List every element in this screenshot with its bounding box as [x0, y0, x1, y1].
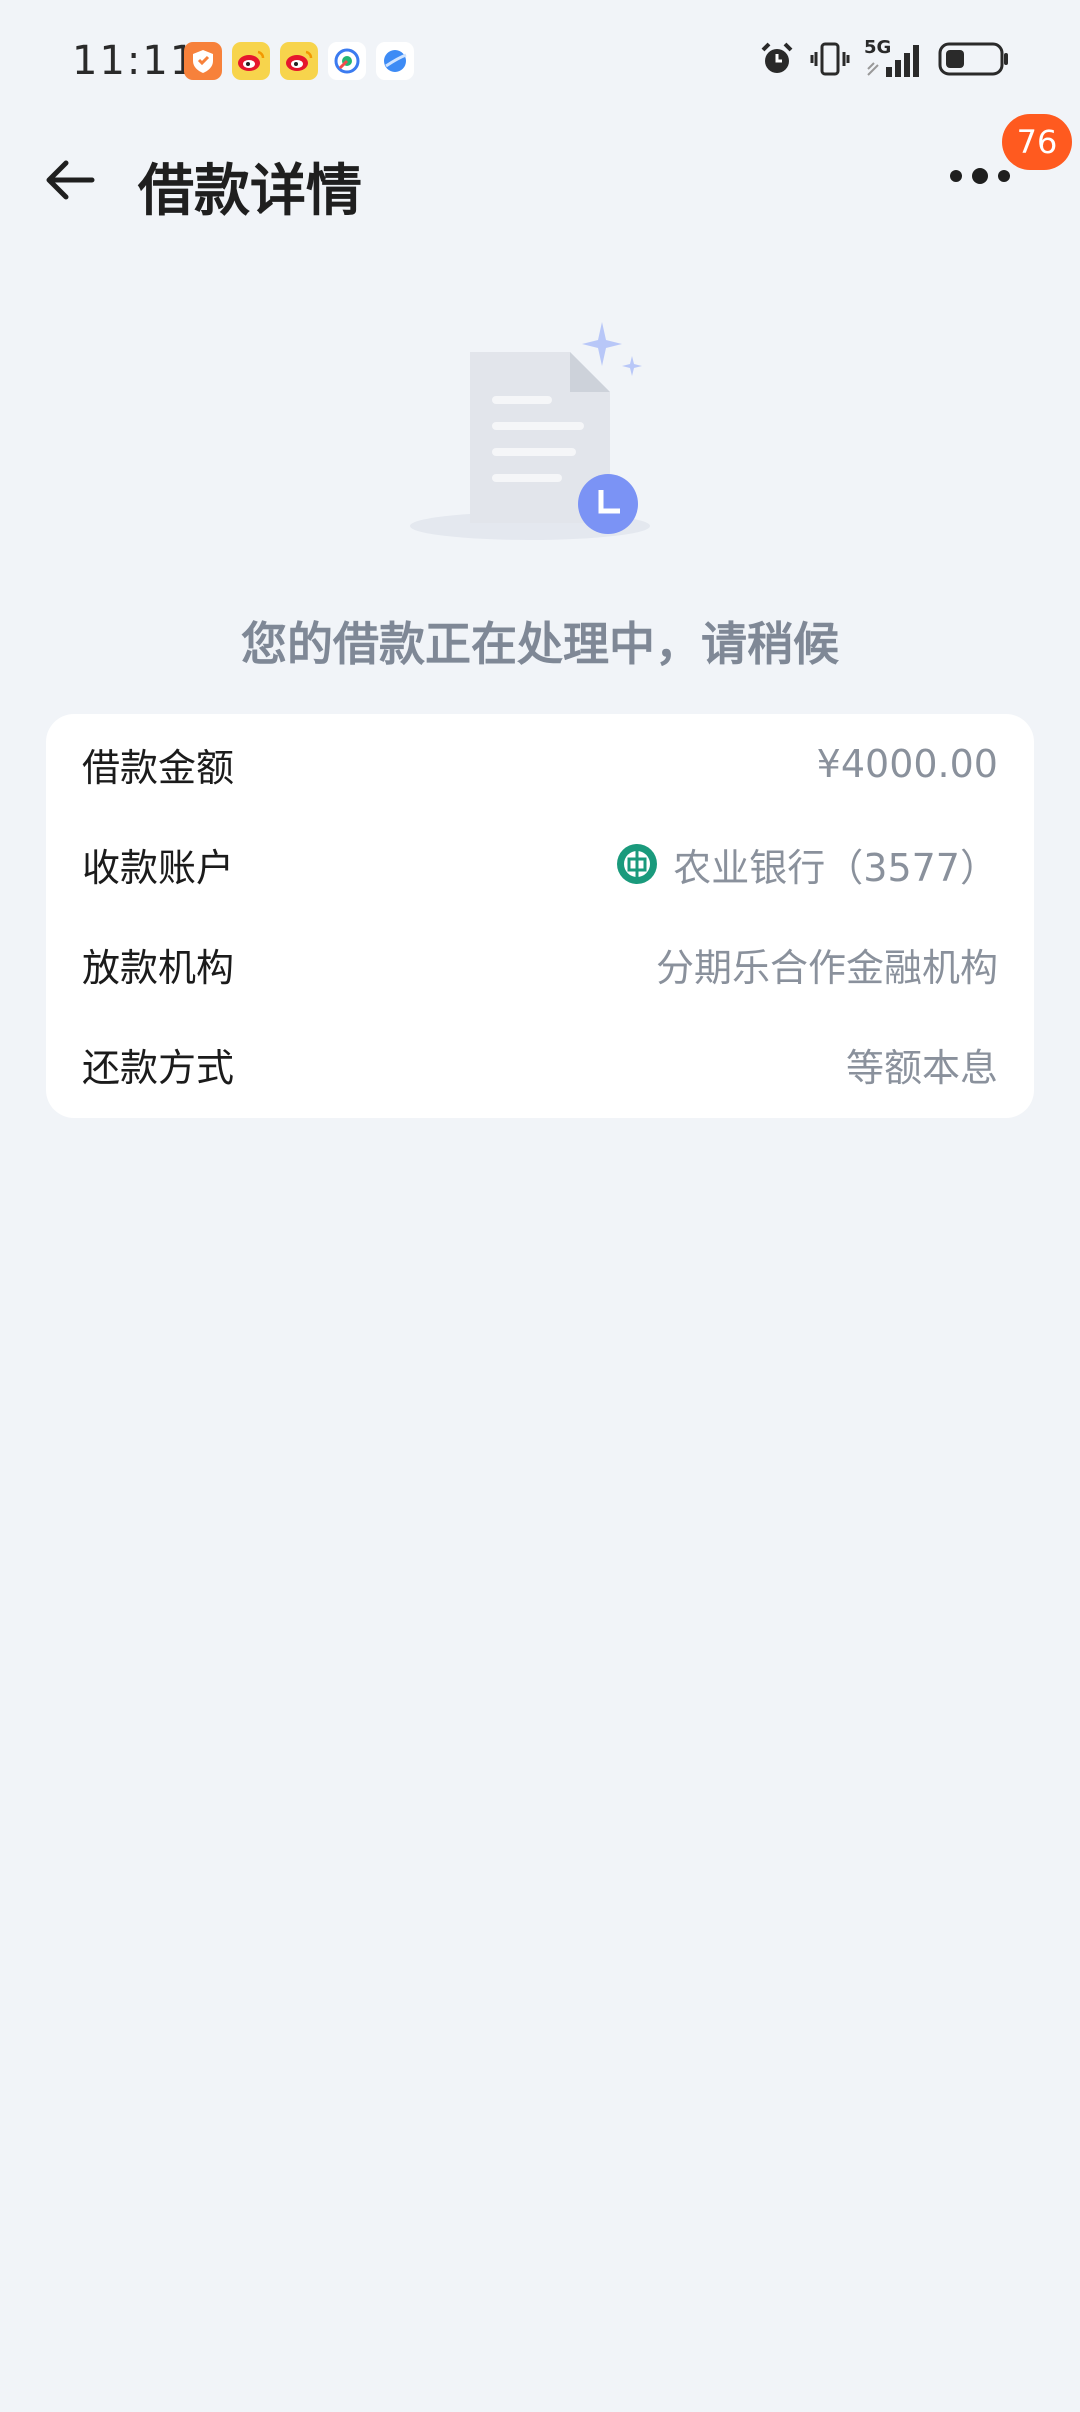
notification-badge[interactable]: 76 [1002, 114, 1072, 170]
detail-row-repayment: 还款方式 等额本息 [82, 1014, 998, 1114]
page-title: 借款详情 [138, 159, 362, 224]
loan-detail-card: 借款金额 ¥4000.00 收款账户 农业银行（3577） 放款机构 分期乐合作… [46, 714, 1034, 1118]
signal-5g-icon: 5G [864, 37, 924, 81]
processing-illustration [380, 318, 700, 548]
vibrate-icon [810, 40, 850, 82]
detail-row-lender: 放款机构 分期乐合作金融机构 [82, 914, 998, 1014]
more-dots-icon [950, 168, 1010, 184]
system-icons: 5G [758, 37, 1010, 82]
detail-row-amount: 借款金额 ¥4000.00 [82, 714, 998, 814]
detail-row-account: 收款账户 农业银行（3577） [82, 814, 998, 914]
detail-label: 借款金额 [82, 745, 235, 790]
detail-label: 放款机构 [82, 945, 235, 990]
detail-label: 还款方式 [82, 1045, 235, 1090]
heart-shield-icon [184, 42, 222, 80]
status-time: 11:11 [72, 38, 198, 84]
battery-icon [938, 41, 1010, 81]
app-header: 借款详情 [0, 126, 1080, 226]
more-options-button[interactable] [940, 156, 1020, 196]
weibo-icon [280, 42, 318, 80]
detail-value: 等额本息 [845, 1045, 998, 1090]
weibo-icon [232, 42, 270, 80]
detail-label: 收款账户 [82, 845, 235, 890]
camera-app-icon [328, 42, 366, 80]
detail-value-wrapper: 农业银行（3577） [615, 837, 998, 892]
back-button[interactable] [40, 148, 104, 212]
alarm-icon [758, 40, 796, 82]
detail-value: 农业银行（3577） [673, 845, 998, 890]
abc-bank-logo-icon [617, 844, 658, 884]
document-clock-icon [410, 322, 650, 540]
browser-icon [376, 42, 414, 80]
status-bar: 11:11 5G [0, 0, 1080, 126]
detail-value: 分期乐合作金融机构 [655, 945, 998, 990]
back-arrow-icon [46, 160, 95, 200]
processing-status-message: 您的借款正在处理中，请稍候 [241, 617, 839, 671]
notification-icons [184, 42, 414, 80]
detail-value: ¥4000.00 [816, 742, 998, 786]
